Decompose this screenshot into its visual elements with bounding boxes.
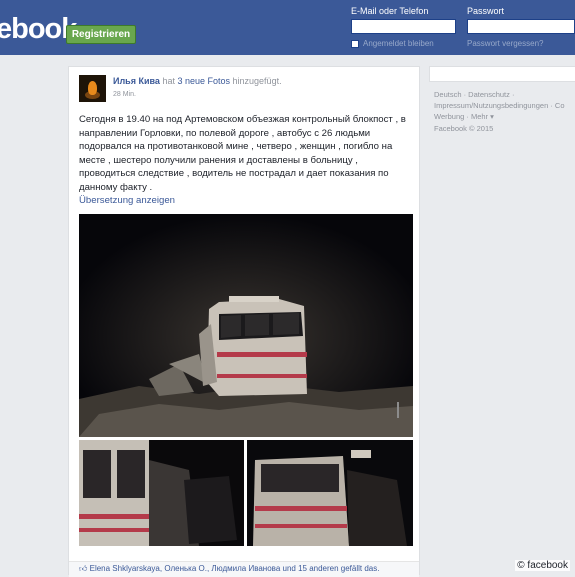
footer-line-ads[interactable]: Werbung · Mehr ▾ [434,112,494,121]
translate-link[interactable]: Übersetzung anzeigen [79,195,175,206]
footer-line-languages[interactable]: Deutsch · Datenschutz · [434,90,514,99]
post-action-suffix: hinzugefügt. [232,76,282,86]
email-label: E-Mail oder Telefon [351,6,429,16]
remember-checkbox[interactable] [351,40,359,48]
author-name[interactable]: Илья Кива [113,76,160,86]
image-credit: © facebook [515,560,570,571]
post-text: Сегодня в 19.40 на под Артемовском объез… [79,114,406,193]
post-action: hat [162,76,175,86]
like-thumb-icon: 👍︎ [79,564,88,573]
bus-rear-illustration [247,440,413,546]
forgot-password-link[interactable]: Passwort vergessen? [467,39,543,48]
post-photo-right[interactable] [247,440,413,546]
email-field[interactable] [351,19,456,34]
footer-line-terms[interactable]: Impressum/Nutzungsbedingungen · Co [434,101,565,110]
right-sidebar-box [429,66,575,82]
likes-summary[interactable]: 👍︎ Elena Shklyarskaya, Оленька О., Людми… [79,564,379,574]
bus-side-illustration [79,440,244,546]
password-field[interactable] [467,19,575,34]
register-button[interactable]: Registrieren [66,25,136,44]
post-header: Илья Кива hat 3 neue Fotos hinzugefügt. [113,76,282,86]
top-navigation-bar: ebook Registrieren E-Mail oder Telefon P… [0,0,575,55]
password-label: Passwort [467,6,505,16]
post-card: Илья Кива hat 3 neue Fotos hinzugefügt. … [68,66,420,577]
post-photo-left[interactable] [79,440,244,546]
remember-label[interactable]: Angemeldet bleiben [363,39,434,48]
post-photo-main[interactable] [79,214,413,437]
footer-copyright: Facebook © 2015 [434,124,494,133]
facebook-logo[interactable]: ebook [0,13,77,46]
likes-text[interactable]: Elena Shklyarskaya, Оленька О., Людмила … [90,564,380,573]
avatar[interactable] [79,75,106,102]
photos-link[interactable]: 3 neue Fotos [177,76,230,86]
post-timestamp[interactable]: 28 Min. [113,91,136,98]
bus-photo-illustration [79,214,413,437]
